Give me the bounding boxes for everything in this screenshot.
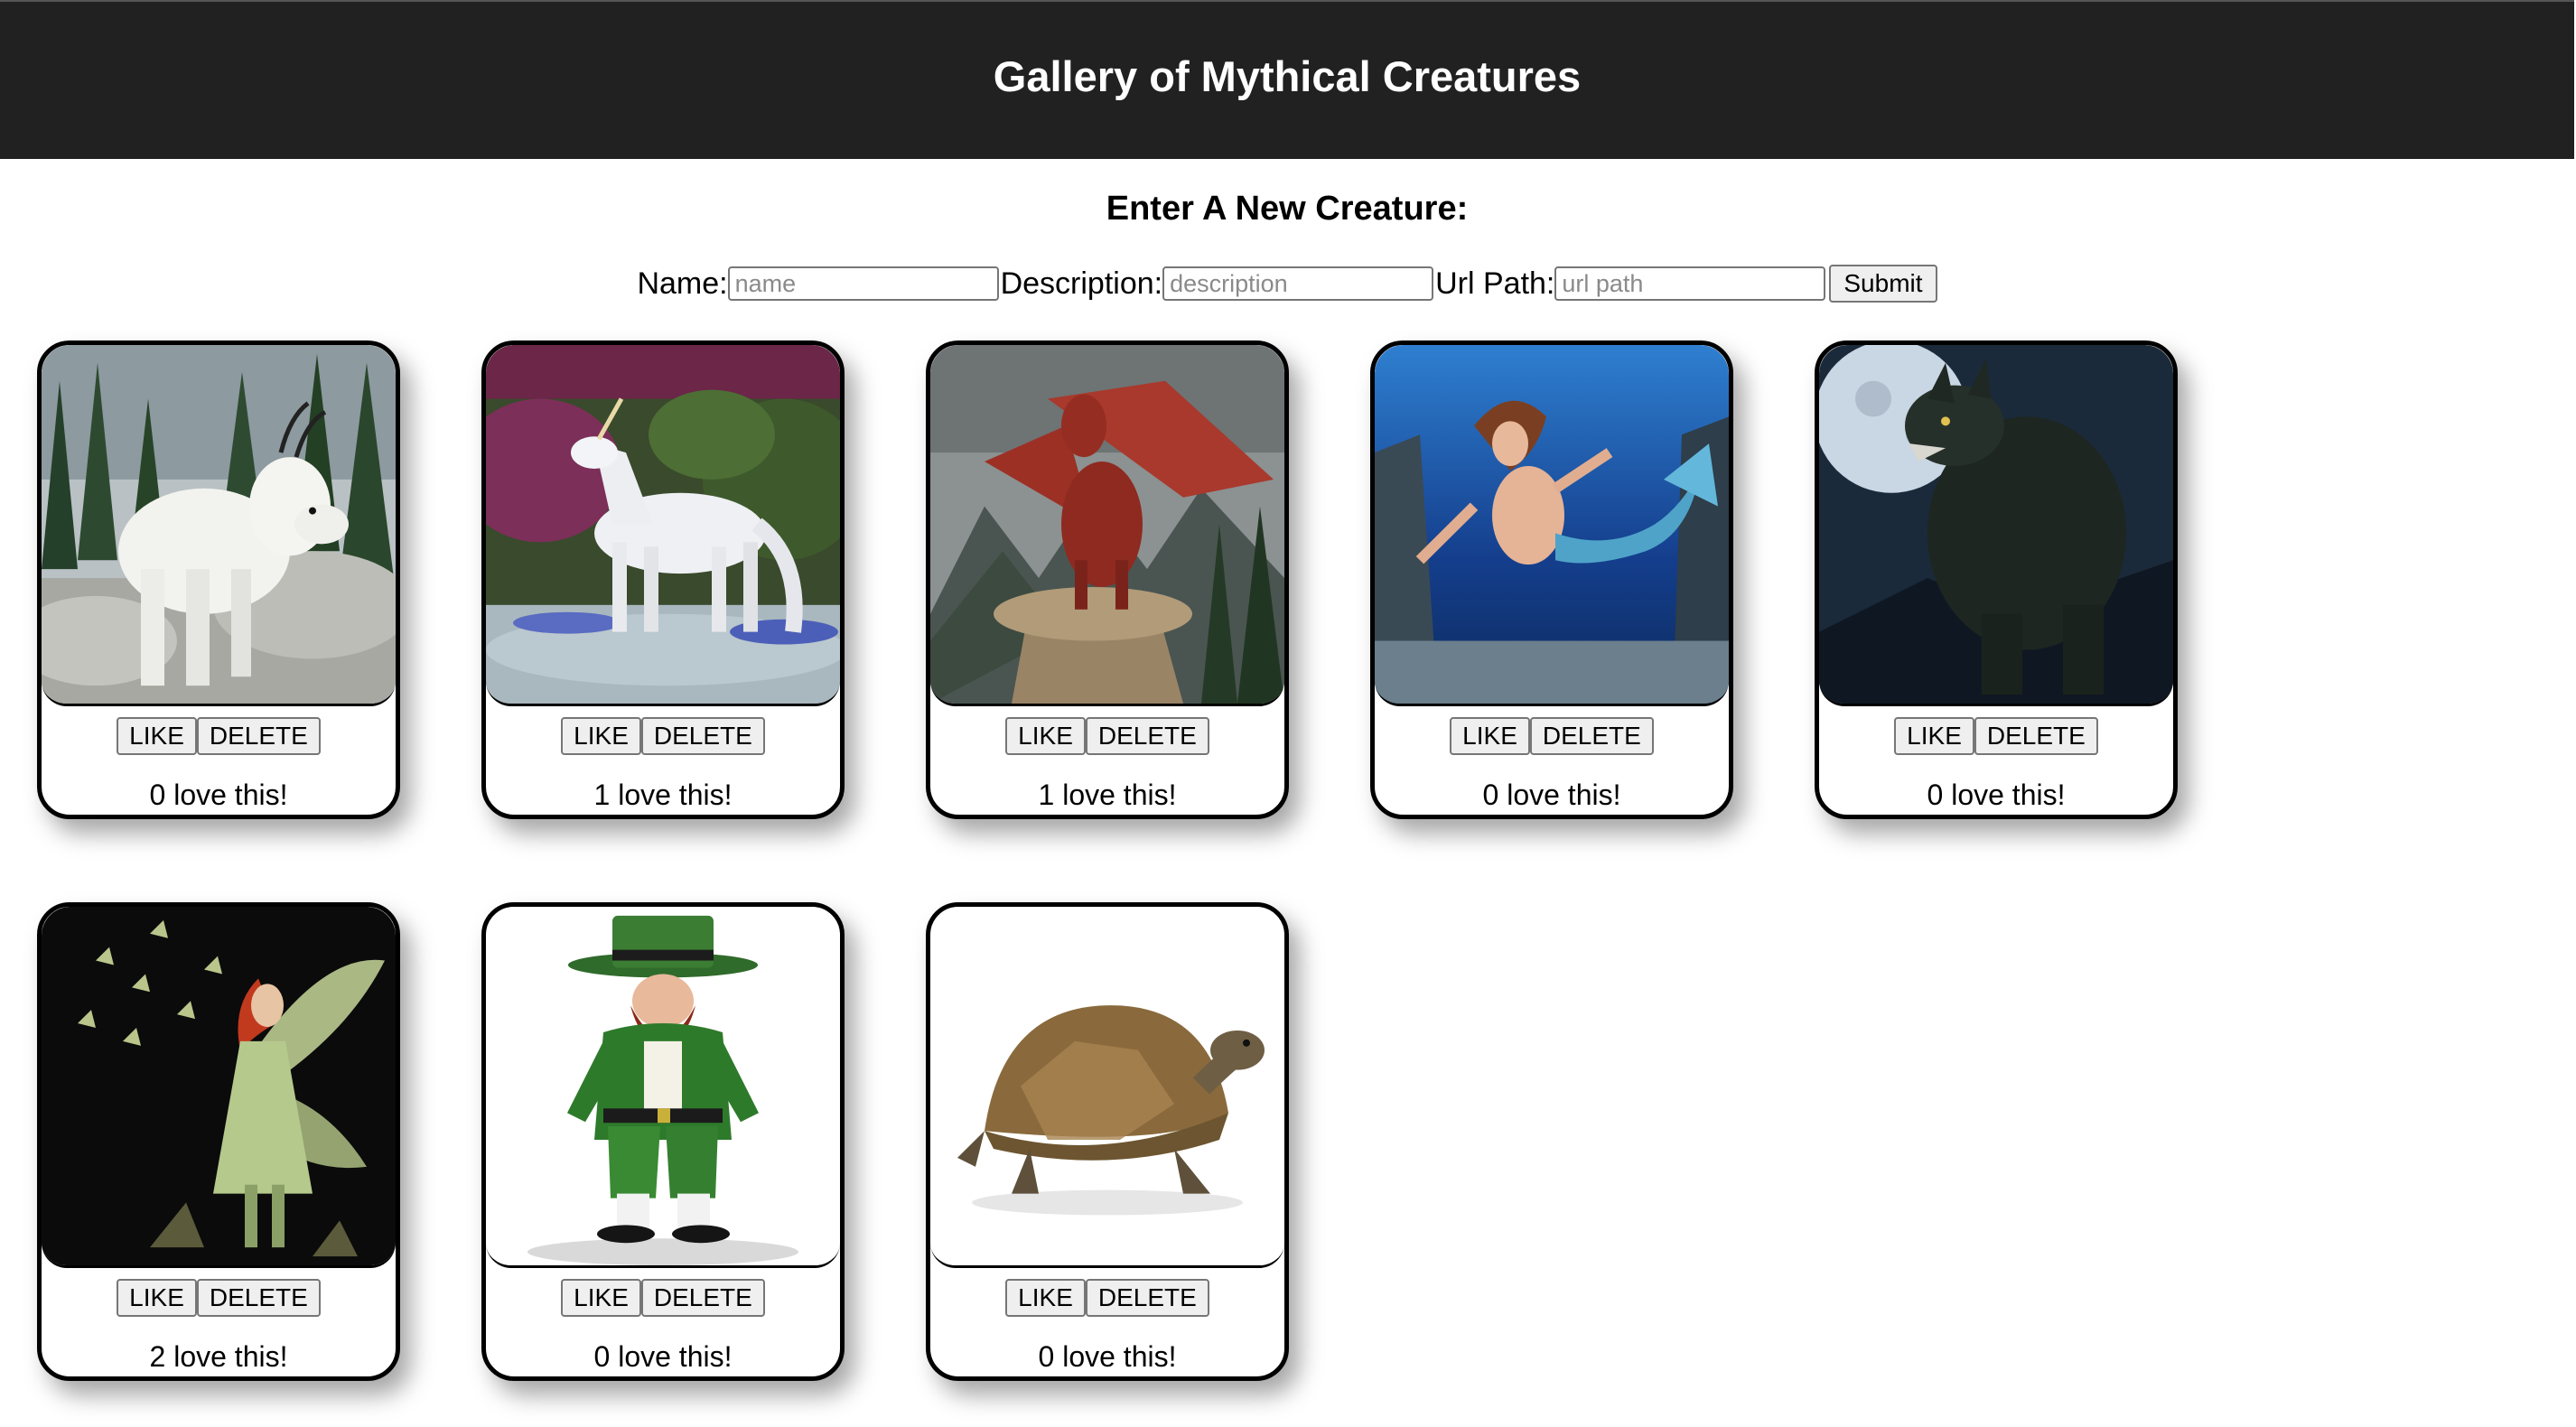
creature-card: LIKE DELETE 1 love this!: [926, 340, 1289, 819]
url-path-label: Url Path:: [1435, 266, 1555, 301]
name-input[interactable]: [727, 266, 999, 301]
creature-card: LIKE DELETE 2 love this!: [37, 902, 400, 1381]
like-button[interactable]: LIKE: [1005, 1279, 1086, 1317]
creature-card: LIKE DELETE 0 love this!: [37, 340, 400, 819]
creature-card: LIKE DELETE 0 love this!: [481, 902, 845, 1381]
like-button[interactable]: LIKE: [117, 1279, 197, 1317]
like-button[interactable]: LIKE: [1450, 717, 1530, 755]
like-button[interactable]: LIKE: [1894, 717, 1974, 755]
description-label: Description:: [1000, 266, 1163, 301]
creature-card: LIKE DELETE 0 love this!: [1815, 340, 2178, 819]
delete-button[interactable]: DELETE: [196, 717, 321, 755]
love-count: 0 love this!: [149, 779, 288, 811]
love-count: 0 love this!: [1927, 779, 2066, 811]
turtle-image: [930, 907, 1284, 1268]
delete-button[interactable]: DELETE: [640, 1279, 765, 1317]
header-bar: Gallery of Mythical Creatures: [0, 0, 2574, 159]
mermaid-image: [1375, 345, 1729, 706]
delete-button[interactable]: DELETE: [640, 717, 765, 755]
werewolf-image: [1819, 345, 2173, 706]
mountain-goat-image: [42, 345, 396, 706]
url-path-input[interactable]: [1554, 266, 1826, 301]
creature-card: LIKE DELETE 0 love this!: [1370, 340, 1733, 819]
love-count: 1 love this!: [593, 779, 733, 811]
like-button[interactable]: LIKE: [117, 717, 197, 755]
delete-button[interactable]: DELETE: [1085, 717, 1209, 755]
love-count: 0 love this!: [1038, 1340, 1177, 1373]
delete-button[interactable]: DELETE: [1085, 1279, 1209, 1317]
leprechaun-image: [486, 907, 840, 1268]
like-button[interactable]: LIKE: [1005, 717, 1086, 755]
love-count: 1 love this!: [1038, 779, 1177, 811]
delete-button[interactable]: DELETE: [196, 1279, 321, 1317]
new-creature-form: Name: Description: Url Path: Submit: [0, 262, 2574, 305]
unicorn-image: [486, 345, 840, 706]
love-count: 0 love this!: [1482, 779, 1621, 811]
description-input[interactable]: [1162, 266, 1434, 301]
creature-card: LIKE DELETE 1 love this!: [481, 340, 845, 819]
fairy-image: [42, 907, 396, 1268]
delete-button[interactable]: DELETE: [1529, 717, 1654, 755]
delete-button[interactable]: DELETE: [1974, 717, 2098, 755]
dragon-image: [930, 345, 1284, 706]
like-button[interactable]: LIKE: [561, 1279, 641, 1317]
form-heading: Enter A New Creature:: [1106, 190, 1469, 228]
page-title: Gallery of Mythical Creatures: [993, 52, 1582, 100]
creature-card: LIKE DELETE 0 love this!: [926, 902, 1289, 1381]
like-button[interactable]: LIKE: [561, 717, 641, 755]
love-count: 0 love this!: [593, 1340, 733, 1373]
submit-button[interactable]: Submit: [1829, 265, 1937, 303]
love-count: 2 love this!: [149, 1340, 288, 1373]
name-label: Name:: [637, 266, 728, 301]
